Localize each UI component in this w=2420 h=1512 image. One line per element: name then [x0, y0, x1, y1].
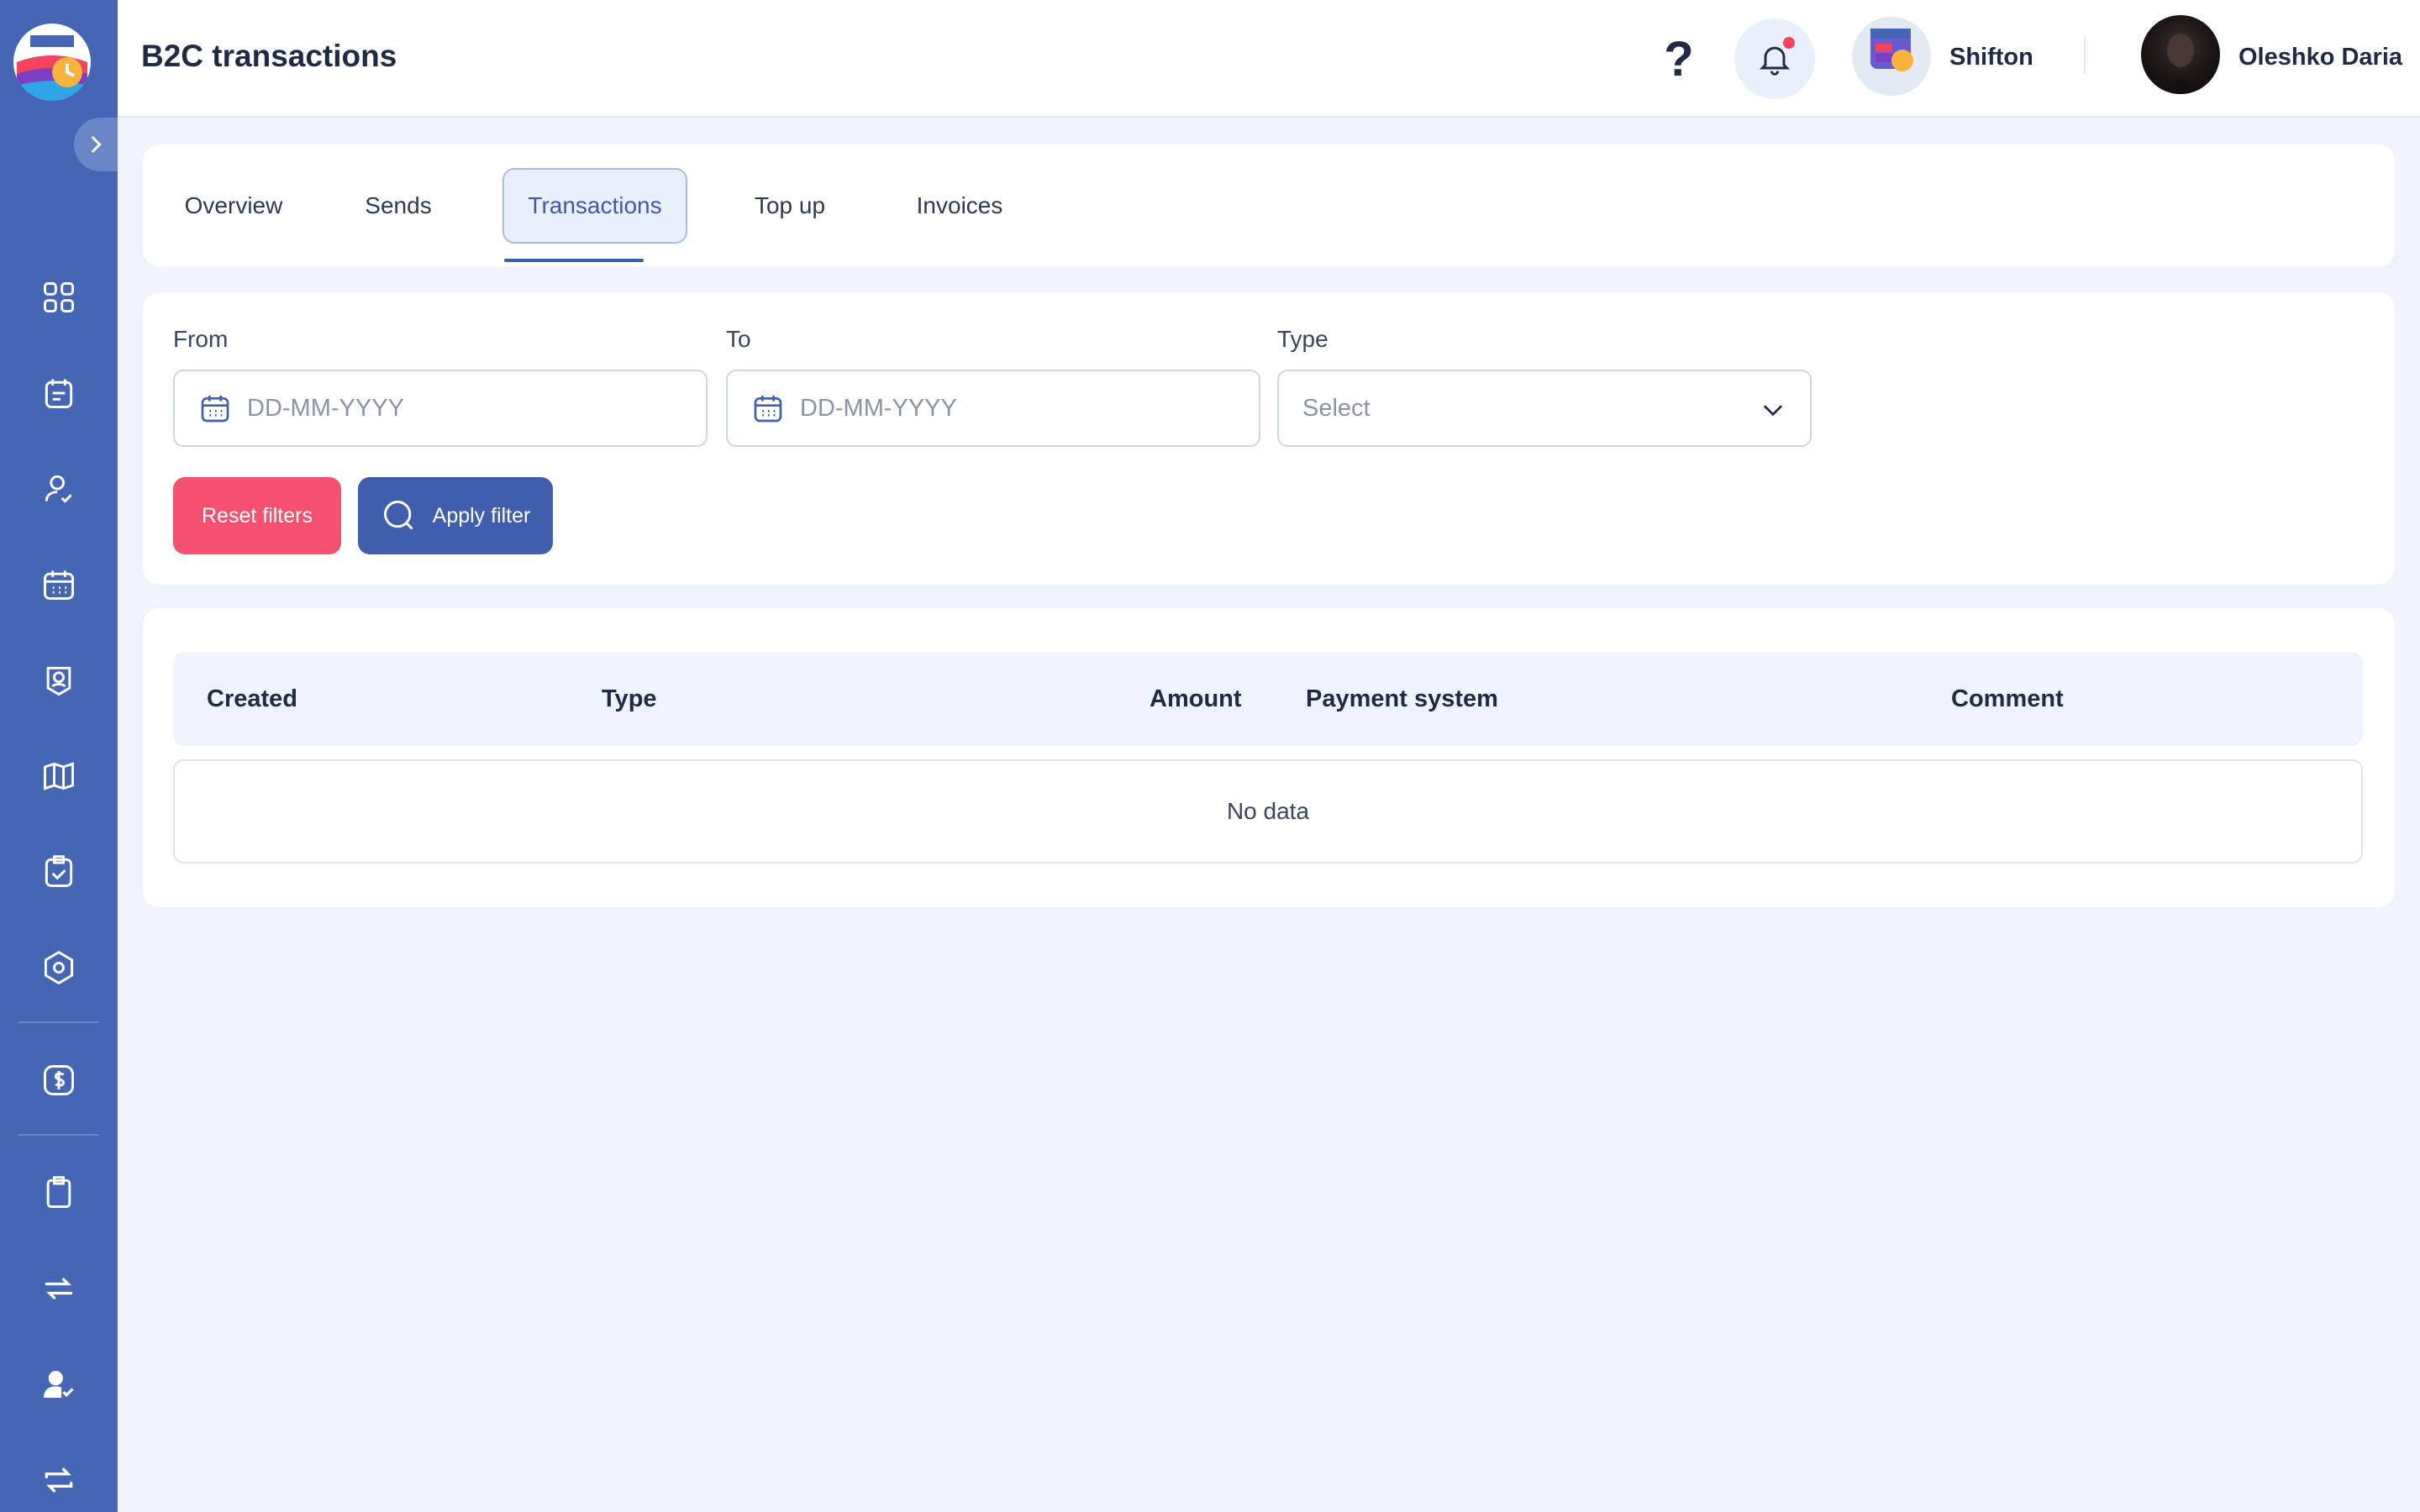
sidebar [0, 0, 118, 1512]
to-date-placeholder: DD-MM-YYYY [800, 394, 957, 422]
tab-top-up[interactable]: Top up [723, 168, 857, 244]
top-header: B2C transactions ? Shifton Oleshko Daria [118, 0, 2420, 118]
user-check-icon[interactable] [35, 1361, 82, 1408]
settings-icon[interactable] [35, 944, 82, 991]
company-avatar[interactable] [1852, 17, 1931, 96]
sidebar-expand-button[interactable] [74, 118, 118, 171]
tab-transactions[interactable]: Transactions [502, 168, 687, 244]
filters-panel: From DD-MM-YYYY To DD-MM-YYYY Type Selec… [143, 292, 2395, 585]
swap-icon[interactable] [35, 1265, 82, 1312]
calendar-icon[interactable] [35, 561, 82, 608]
company-name[interactable]: Shifton [1949, 44, 2033, 71]
tabs-panel: Overview Sends Transactions Top up Invoi… [143, 144, 2395, 267]
search-icon [383, 501, 413, 530]
map-icon[interactable] [35, 753, 82, 800]
schedule-icon[interactable] [35, 370, 82, 417]
from-date-input[interactable]: DD-MM-YYYY [173, 370, 708, 447]
active-tab-indicator [504, 259, 644, 262]
header-divider [2084, 37, 2086, 74]
page-title: B2C transactions [141, 39, 397, 73]
notification-dot [1783, 37, 1795, 49]
tab-overview[interactable]: Overview [176, 168, 291, 244]
type-select[interactable]: Select [1277, 370, 1812, 447]
chevron-right-icon [92, 136, 102, 153]
from-label: From [173, 326, 229, 352]
badge-icon[interactable] [35, 657, 82, 704]
transactions-table: Created Type Amount Payment system Comme… [143, 608, 2395, 907]
type-select-value: Select [1302, 394, 1370, 422]
column-header-payment-system[interactable]: Payment system [1306, 685, 1498, 713]
reset-filters-button[interactable]: Reset filters [173, 477, 341, 554]
chevron-down-icon [1764, 405, 1782, 417]
user-name[interactable]: Oleshko Daria [2238, 44, 2402, 71]
to-date-input[interactable]: DD-MM-YYYY [726, 370, 1260, 447]
billing-icon[interactable] [35, 1057, 82, 1104]
exchange-icon[interactable] [35, 1457, 82, 1504]
from-date-placeholder: DD-MM-YYYY [247, 394, 404, 422]
calendar-icon [201, 396, 229, 423]
employee-icon[interactable] [35, 465, 82, 512]
column-header-type[interactable]: Type [602, 685, 657, 713]
column-header-created[interactable]: Created [207, 685, 297, 713]
sidebar-divider [18, 1134, 99, 1136]
notifications-button[interactable] [1734, 18, 1815, 99]
user-avatar[interactable] [2141, 15, 2220, 94]
clipboard-icon[interactable] [35, 1169, 82, 1216]
app-logo[interactable] [13, 24, 91, 101]
table-header: Created Type Amount Payment system Comme… [173, 652, 2363, 746]
sidebar-divider [18, 1021, 99, 1023]
dashboard-icon[interactable] [35, 274, 82, 321]
calendar-icon [754, 396, 782, 423]
tab-sends[interactable]: Sends [356, 168, 440, 244]
type-label: Type [1277, 326, 1328, 352]
help-icon[interactable]: ? [1655, 32, 1702, 87]
apply-filter-label: Apply filter [432, 503, 531, 528]
tab-invoices[interactable]: Invoices [884, 168, 1035, 244]
column-header-amount[interactable]: Amount [1150, 685, 1242, 713]
column-header-comment[interactable]: Comment [1951, 685, 2064, 713]
apply-filter-button[interactable]: Apply filter [358, 477, 553, 554]
to-label: To [726, 326, 751, 352]
task-icon[interactable] [35, 848, 82, 895]
empty-state: No data [173, 759, 2363, 864]
